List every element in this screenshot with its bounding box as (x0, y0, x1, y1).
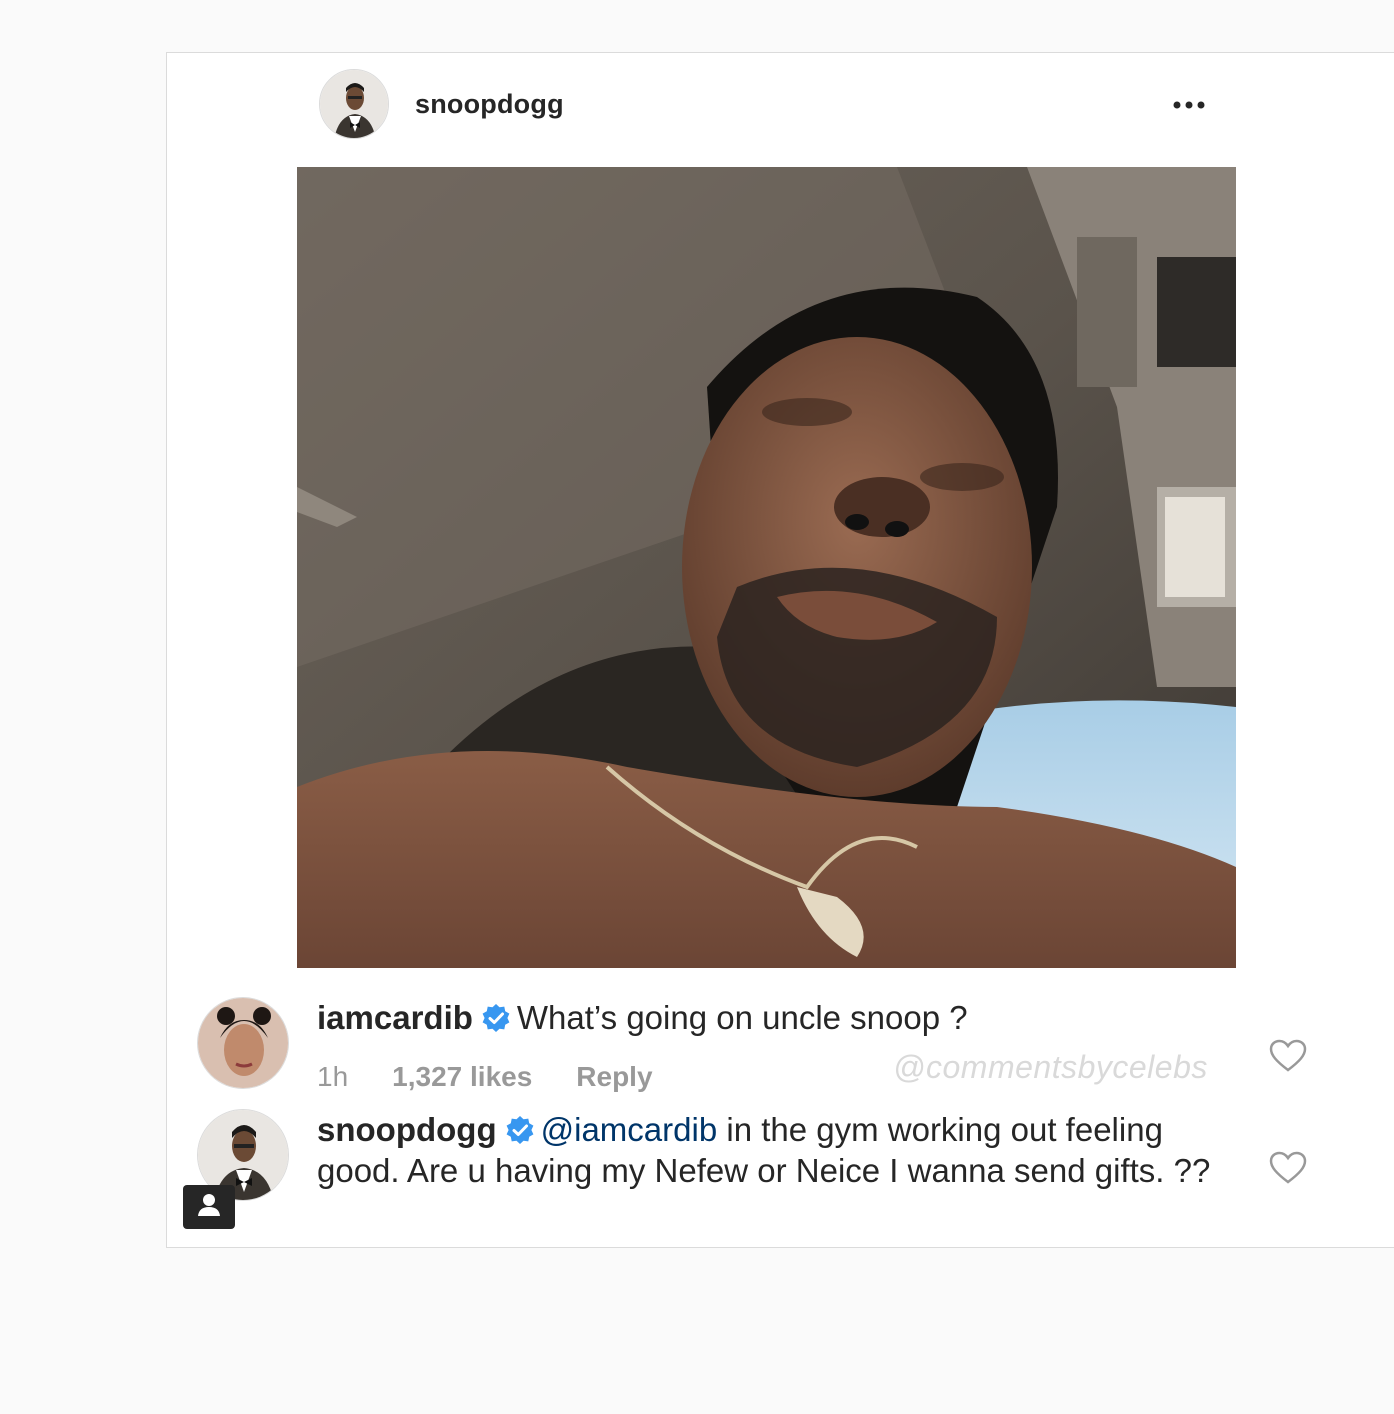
post-photo (297, 167, 1236, 968)
comment-username[interactable]: iamcardib (317, 999, 473, 1036)
instagram-post-card: snoopdogg iamcardib What’s going on uncl… (166, 52, 1394, 1248)
comment-mention[interactable]: @iamcardib (541, 1111, 718, 1148)
comment-text-block: iamcardib What’s going on uncle snoop ? (317, 997, 1217, 1038)
comment-text: What’s going on uncle snoop ? (516, 999, 968, 1036)
heart-outline-icon[interactable] (1269, 1039, 1307, 1073)
verified-badge-icon (482, 1004, 510, 1032)
comment-username[interactable]: snoopdogg (317, 1111, 497, 1148)
commenter-avatar[interactable] (197, 997, 289, 1089)
more-horizontal-icon[interactable] (1171, 97, 1207, 113)
person-icon[interactable] (183, 1185, 235, 1229)
post-header: snoopdogg (319, 69, 1219, 141)
comment-likes[interactable]: 1,327 likes (392, 1061, 532, 1092)
post-author-avatar[interactable] (319, 69, 389, 139)
reply-button[interactable]: Reply (576, 1061, 652, 1092)
heart-outline-icon[interactable] (1269, 1151, 1307, 1185)
watermark: @commentsbycelebs (893, 1049, 1208, 1085)
post-author-username[interactable]: snoopdogg (415, 89, 564, 120)
comment-meta: 1h 1,327 likes Reply (317, 1061, 697, 1093)
verified-badge-icon (506, 1116, 534, 1144)
comment-time: 1h (317, 1061, 349, 1092)
comment-text-block: snoopdogg @iamcardib in the gym working … (317, 1109, 1217, 1191)
